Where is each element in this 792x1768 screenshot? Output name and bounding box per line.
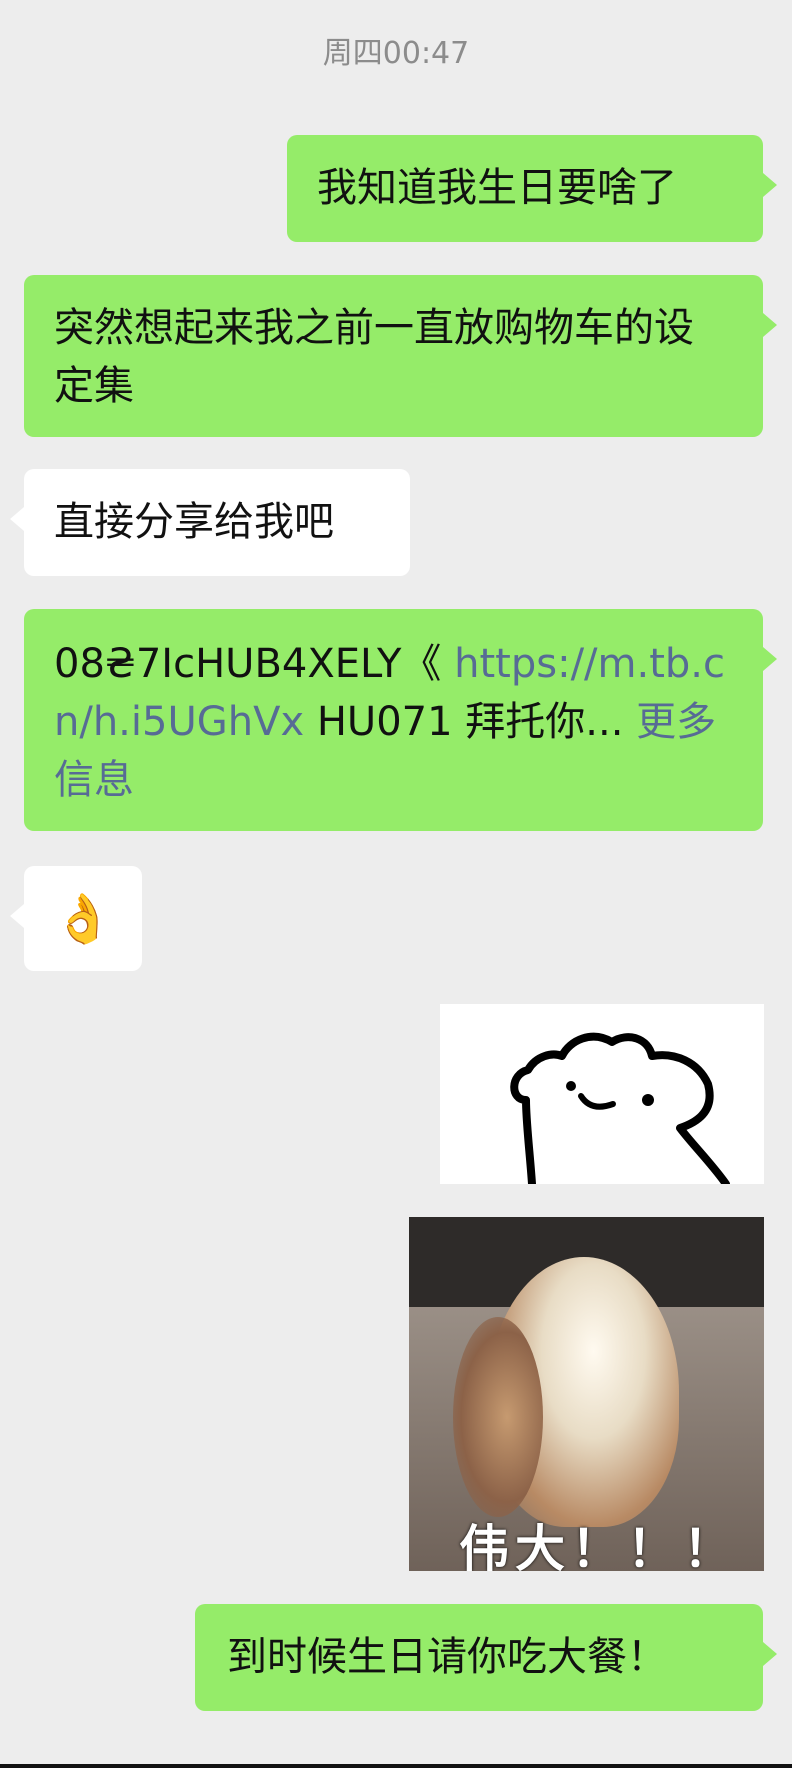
chat-timestamp: 周四00:47 — [322, 36, 470, 71]
chat-bubble-received[interactable]: 👌 — [10, 866, 142, 971]
message-received[interactable]: 👌 — [10, 866, 142, 971]
message-received[interactable]: 直接分享给我吧 — [10, 469, 410, 576]
message-text: 到时候生日请你吃大餐！ — [227, 1634, 667, 1680]
hamster-sticker[interactable]: 伟大！！！ — [409, 1217, 764, 1571]
cat-sticker-icon — [510, 1032, 730, 1184]
chat-bubble-sent-share-link[interactable]: 08₴7IcHUB4XELY《 https://m.tb.cn/h.i5UGhV… — [24, 609, 777, 831]
hamster-tail — [453, 1317, 543, 1517]
share-code-2: HU071 拜托你... — [316, 699, 624, 745]
message-text: 我知道我生日要啥了 — [317, 165, 677, 211]
message-text: 突然想起来我之前一直放购物车的设定集 — [54, 305, 694, 409]
chat-bubble-sent[interactable]: 我知道我生日要啥了 — [287, 135, 777, 242]
message-text: 直接分享给我吧 — [54, 499, 334, 545]
message-sent[interactable]: 突然想起来我之前一直放购物车的设定集 — [24, 275, 777, 437]
share-code: 08₴7IcHUB4XELY《 — [54, 641, 442, 687]
chat-bubble-received[interactable]: 直接分享给我吧 — [10, 469, 410, 576]
message-sent[interactable]: 我知道我生日要啥了 — [287, 135, 777, 242]
sticker-caption: 伟大！！！ — [459, 1520, 739, 1571]
ok-hand-emoji-icon: 👌 — [53, 890, 113, 947]
message-sent[interactable]: 08₴7IcHUB4XELY《 https://m.tb.cn/h.i5UGhV… — [24, 609, 777, 831]
chat-bubble-sent[interactable]: 到时候生日请你吃大餐！ — [195, 1604, 777, 1711]
bottom-divider — [0, 1764, 792, 1768]
message-sent[interactable]: 到时候生日请你吃大餐！ — [195, 1604, 777, 1711]
chat-bubble-sent[interactable]: 突然想起来我之前一直放购物车的设定集 — [24, 275, 777, 437]
cat-sticker[interactable] — [440, 1004, 764, 1184]
